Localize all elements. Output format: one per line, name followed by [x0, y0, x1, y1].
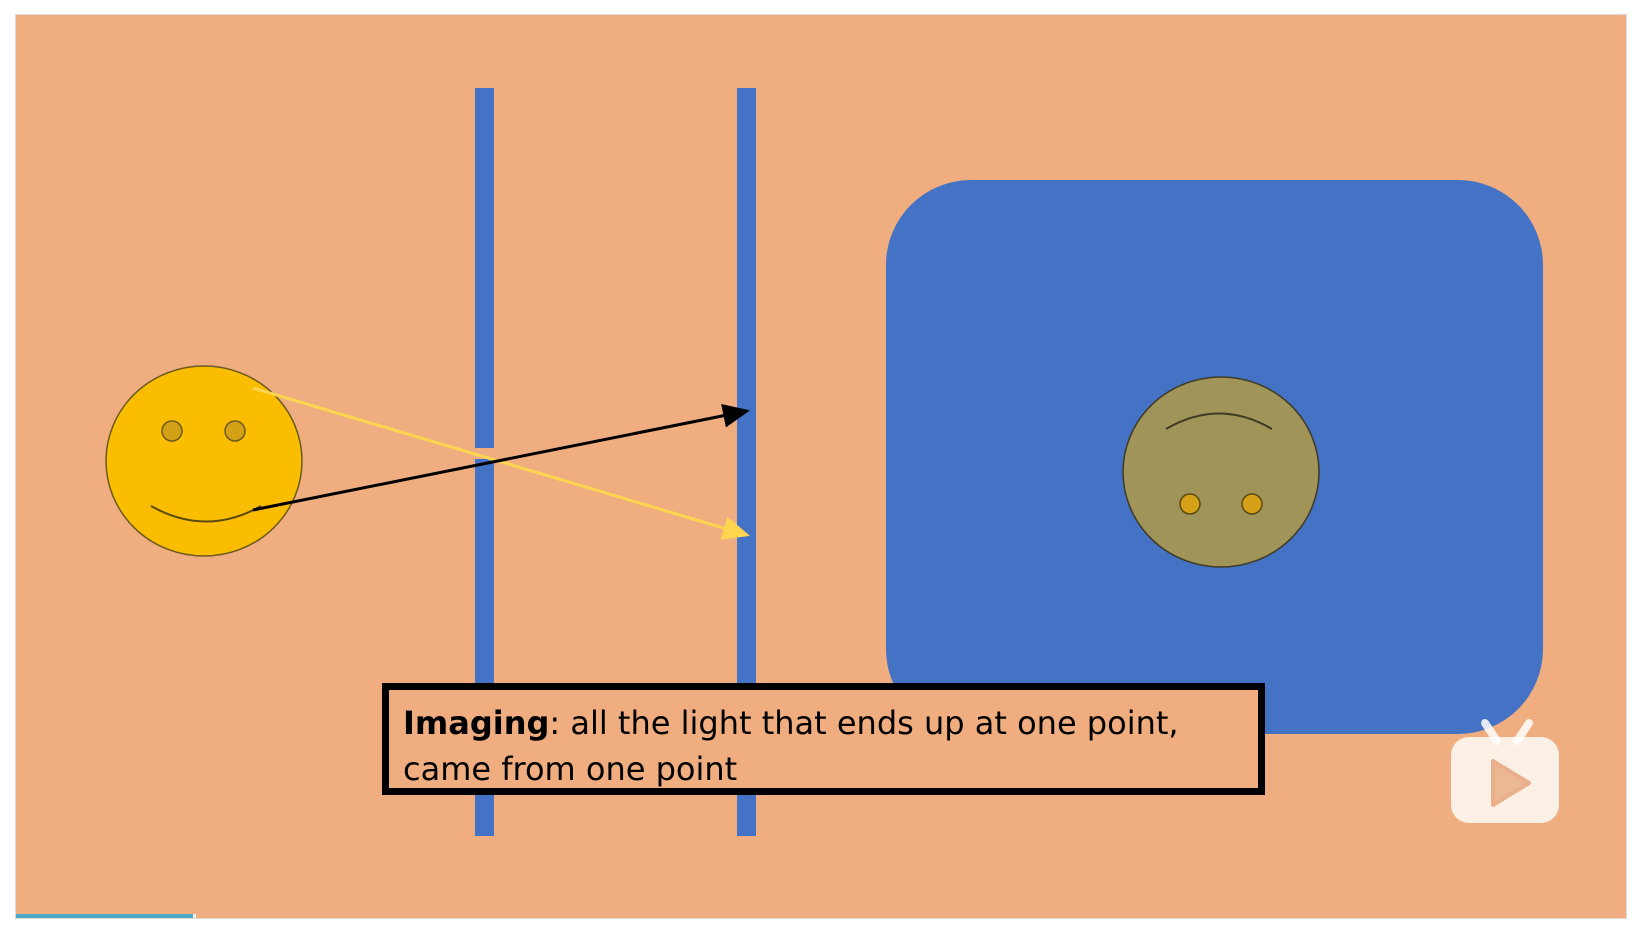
- image-inverted-smiley-face: [1122, 376, 1320, 568]
- image-right-eye: [1241, 493, 1263, 515]
- bilibili-play-icon: [1451, 719, 1559, 823]
- pinhole-barrier-top: [475, 88, 494, 448]
- slide: Imaging: all the light that ends up at o…: [15, 14, 1627, 919]
- video-progress-fill: [16, 914, 193, 918]
- image-left-eye: [1179, 493, 1201, 515]
- caption-line2: came from one point: [403, 750, 738, 788]
- imaging-caption-box: Imaging: all the light that ends up at o…: [382, 683, 1265, 795]
- object-right-eye: [224, 420, 246, 442]
- video-progress-track[interactable]: [16, 914, 196, 918]
- video-frame: Imaging: all the light that ends up at o…: [0, 0, 1640, 930]
- object-left-eye: [161, 420, 183, 442]
- caption-bold-term: Imaging: [403, 704, 550, 742]
- caption-line1: : all the light that ends up at one poin…: [549, 704, 1179, 742]
